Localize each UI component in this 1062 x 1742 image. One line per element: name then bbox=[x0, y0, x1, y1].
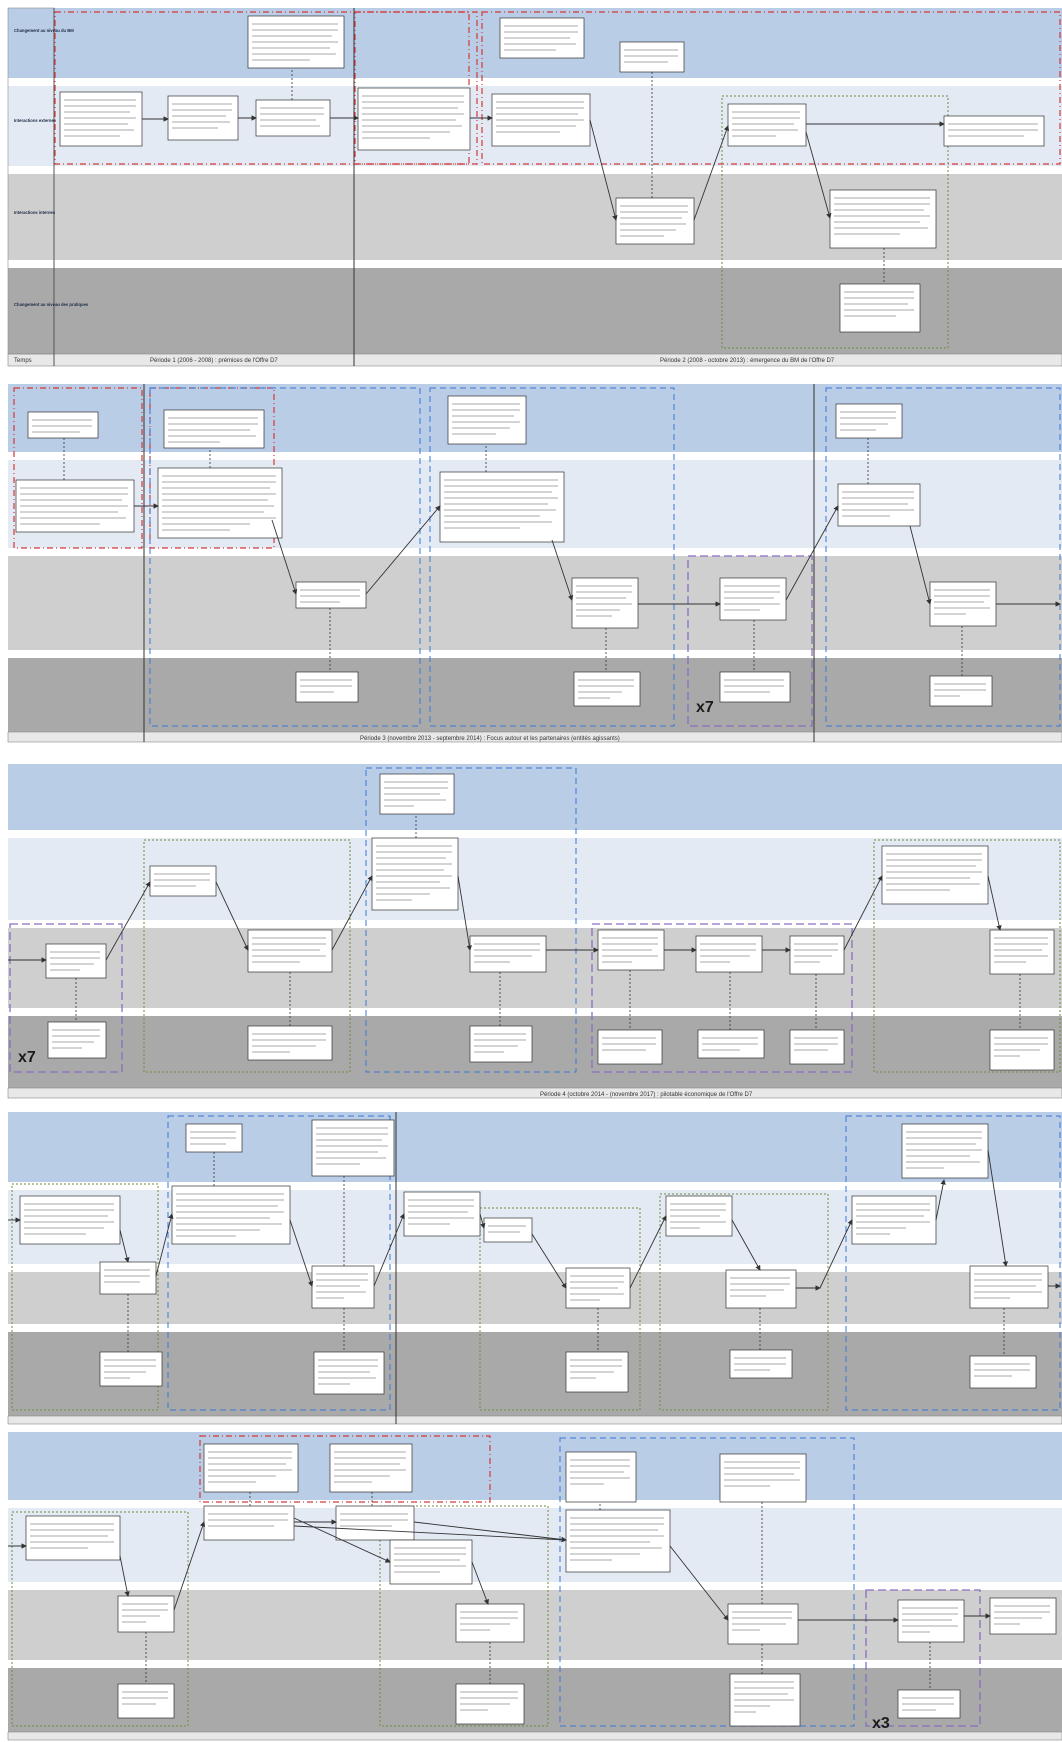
section-3: Période 4 (octobre 2014 - (novembre 2017… bbox=[7, 764, 1062, 1099]
section-4 bbox=[7, 1112, 1062, 1425]
period-2-label: Période 2 (2008 - octobre 2013) : émerge… bbox=[660, 358, 835, 364]
period-4-label: Période 4 (octobre 2014 - (novembre 2017… bbox=[540, 1092, 753, 1098]
lane-label-internal: Interactions internes bbox=[14, 210, 56, 215]
multiplier-label-s3: x7 bbox=[18, 1049, 36, 1066]
section-5: x3 bbox=[7, 1432, 1062, 1741]
lane-label-bm: Changement au niveau du BM bbox=[14, 28, 74, 33]
section-1: Changement au niveau du BM Interactions … bbox=[7, 7, 1062, 367]
multiplier-label-s5: x3 bbox=[872, 1715, 890, 1732]
lane-label-external: Interactions externes bbox=[14, 118, 57, 123]
period-3-label: Période 3 (novembre 2013 - septembre 201… bbox=[360, 736, 620, 742]
period-1-label: Période 1 (2006 - 2008) : prémices de l'… bbox=[150, 358, 278, 364]
lane-label-practice: Changement au niveau des pratiques bbox=[14, 302, 89, 307]
multiplier-label-s2: x7 bbox=[696, 699, 714, 716]
footer-label-time: Temps bbox=[14, 358, 32, 364]
process-diagram: Changement au niveau du BM Interactions … bbox=[7, 7, 1062, 1741]
section-2: Période 3 (novembre 2013 - septembre 201… bbox=[7, 384, 1062, 743]
